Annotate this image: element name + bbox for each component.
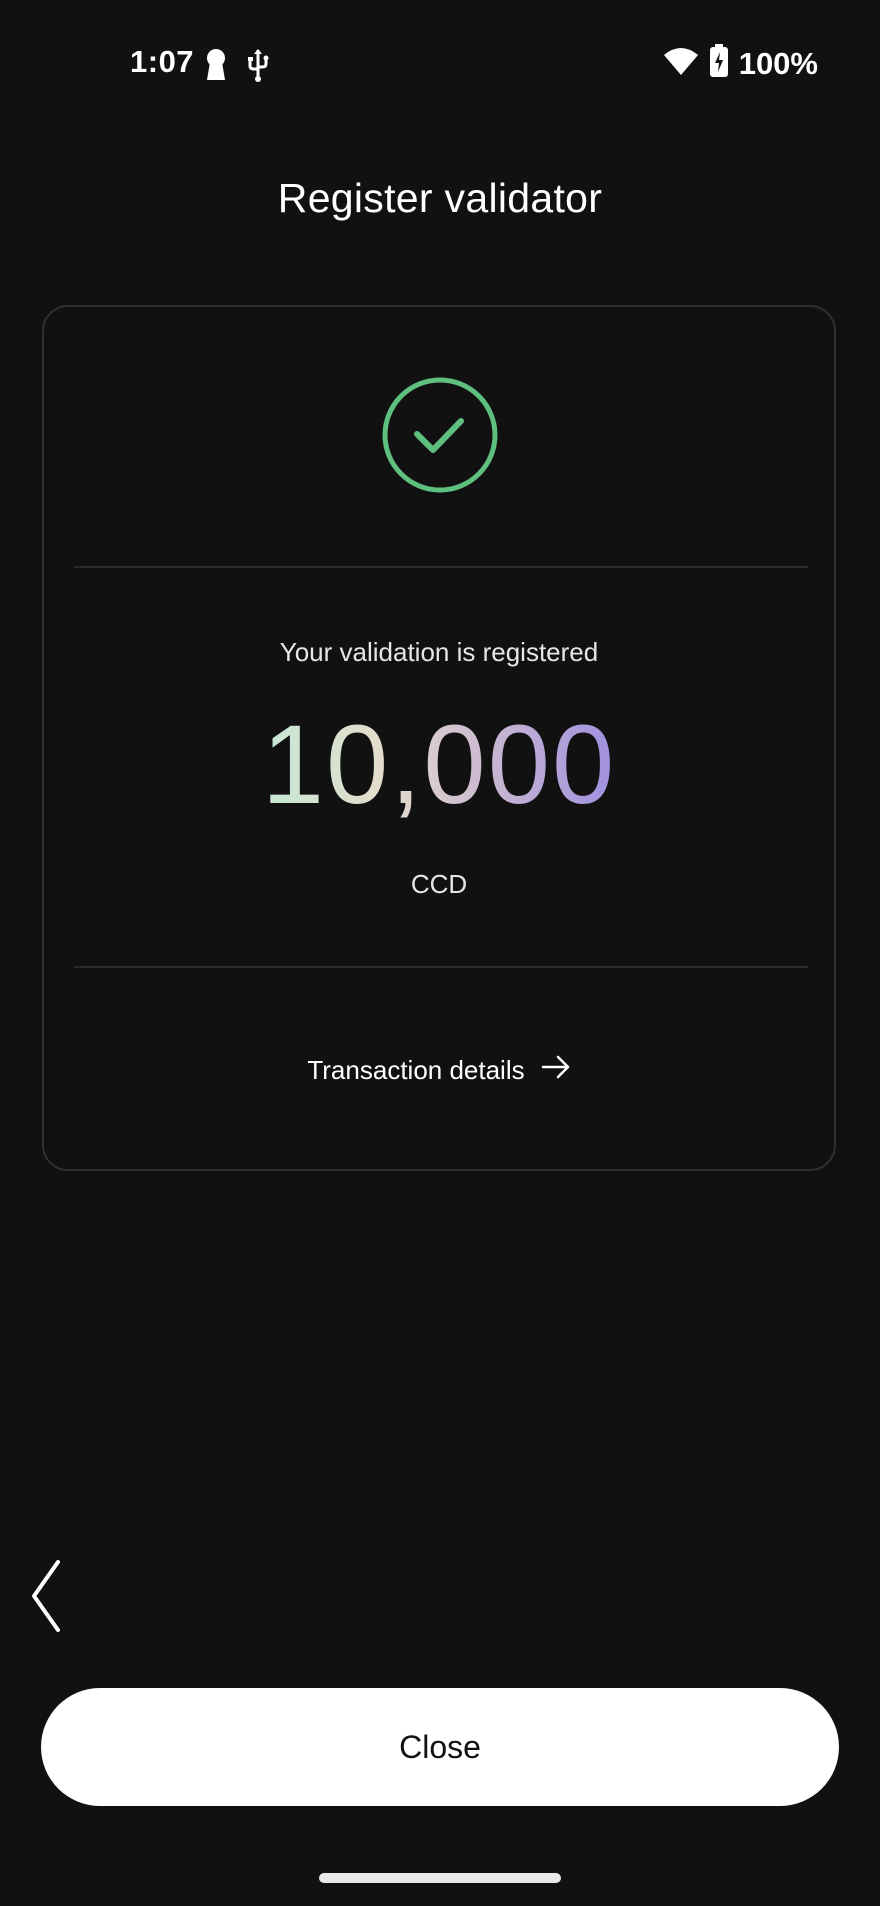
arrow-right-icon (541, 1055, 571, 1086)
divider (74, 966, 808, 968)
result-card: Your validation is registered 10,000 CCD… (42, 305, 836, 1171)
back-button[interactable] (26, 1556, 66, 1636)
transaction-details-link[interactable]: Transaction details (44, 1055, 834, 1086)
check-circle-icon (381, 376, 499, 494)
page-title: Register validator (277, 175, 603, 222)
keyhole-icon (205, 48, 227, 87)
stake-amount: 10,000 (44, 709, 834, 821)
wifi-icon (663, 46, 699, 81)
stake-amount-value: 10,000 (261, 702, 617, 827)
status-bar: 1:07 100% (0, 0, 880, 134)
usb-icon (247, 48, 269, 87)
transaction-details-label: Transaction details (307, 1055, 525, 1085)
battery-charging-icon (709, 44, 729, 83)
status-message: Your validation is registered (279, 637, 599, 667)
currency-label: CCD (410, 869, 468, 899)
battery-percentage: 100% (738, 45, 818, 81)
home-indicator[interactable] (319, 1873, 561, 1883)
divider (74, 566, 808, 568)
status-time: 1:07 (130, 44, 195, 79)
chevron-left-icon (26, 1560, 66, 1640)
close-button[interactable]: Close (41, 1688, 839, 1806)
